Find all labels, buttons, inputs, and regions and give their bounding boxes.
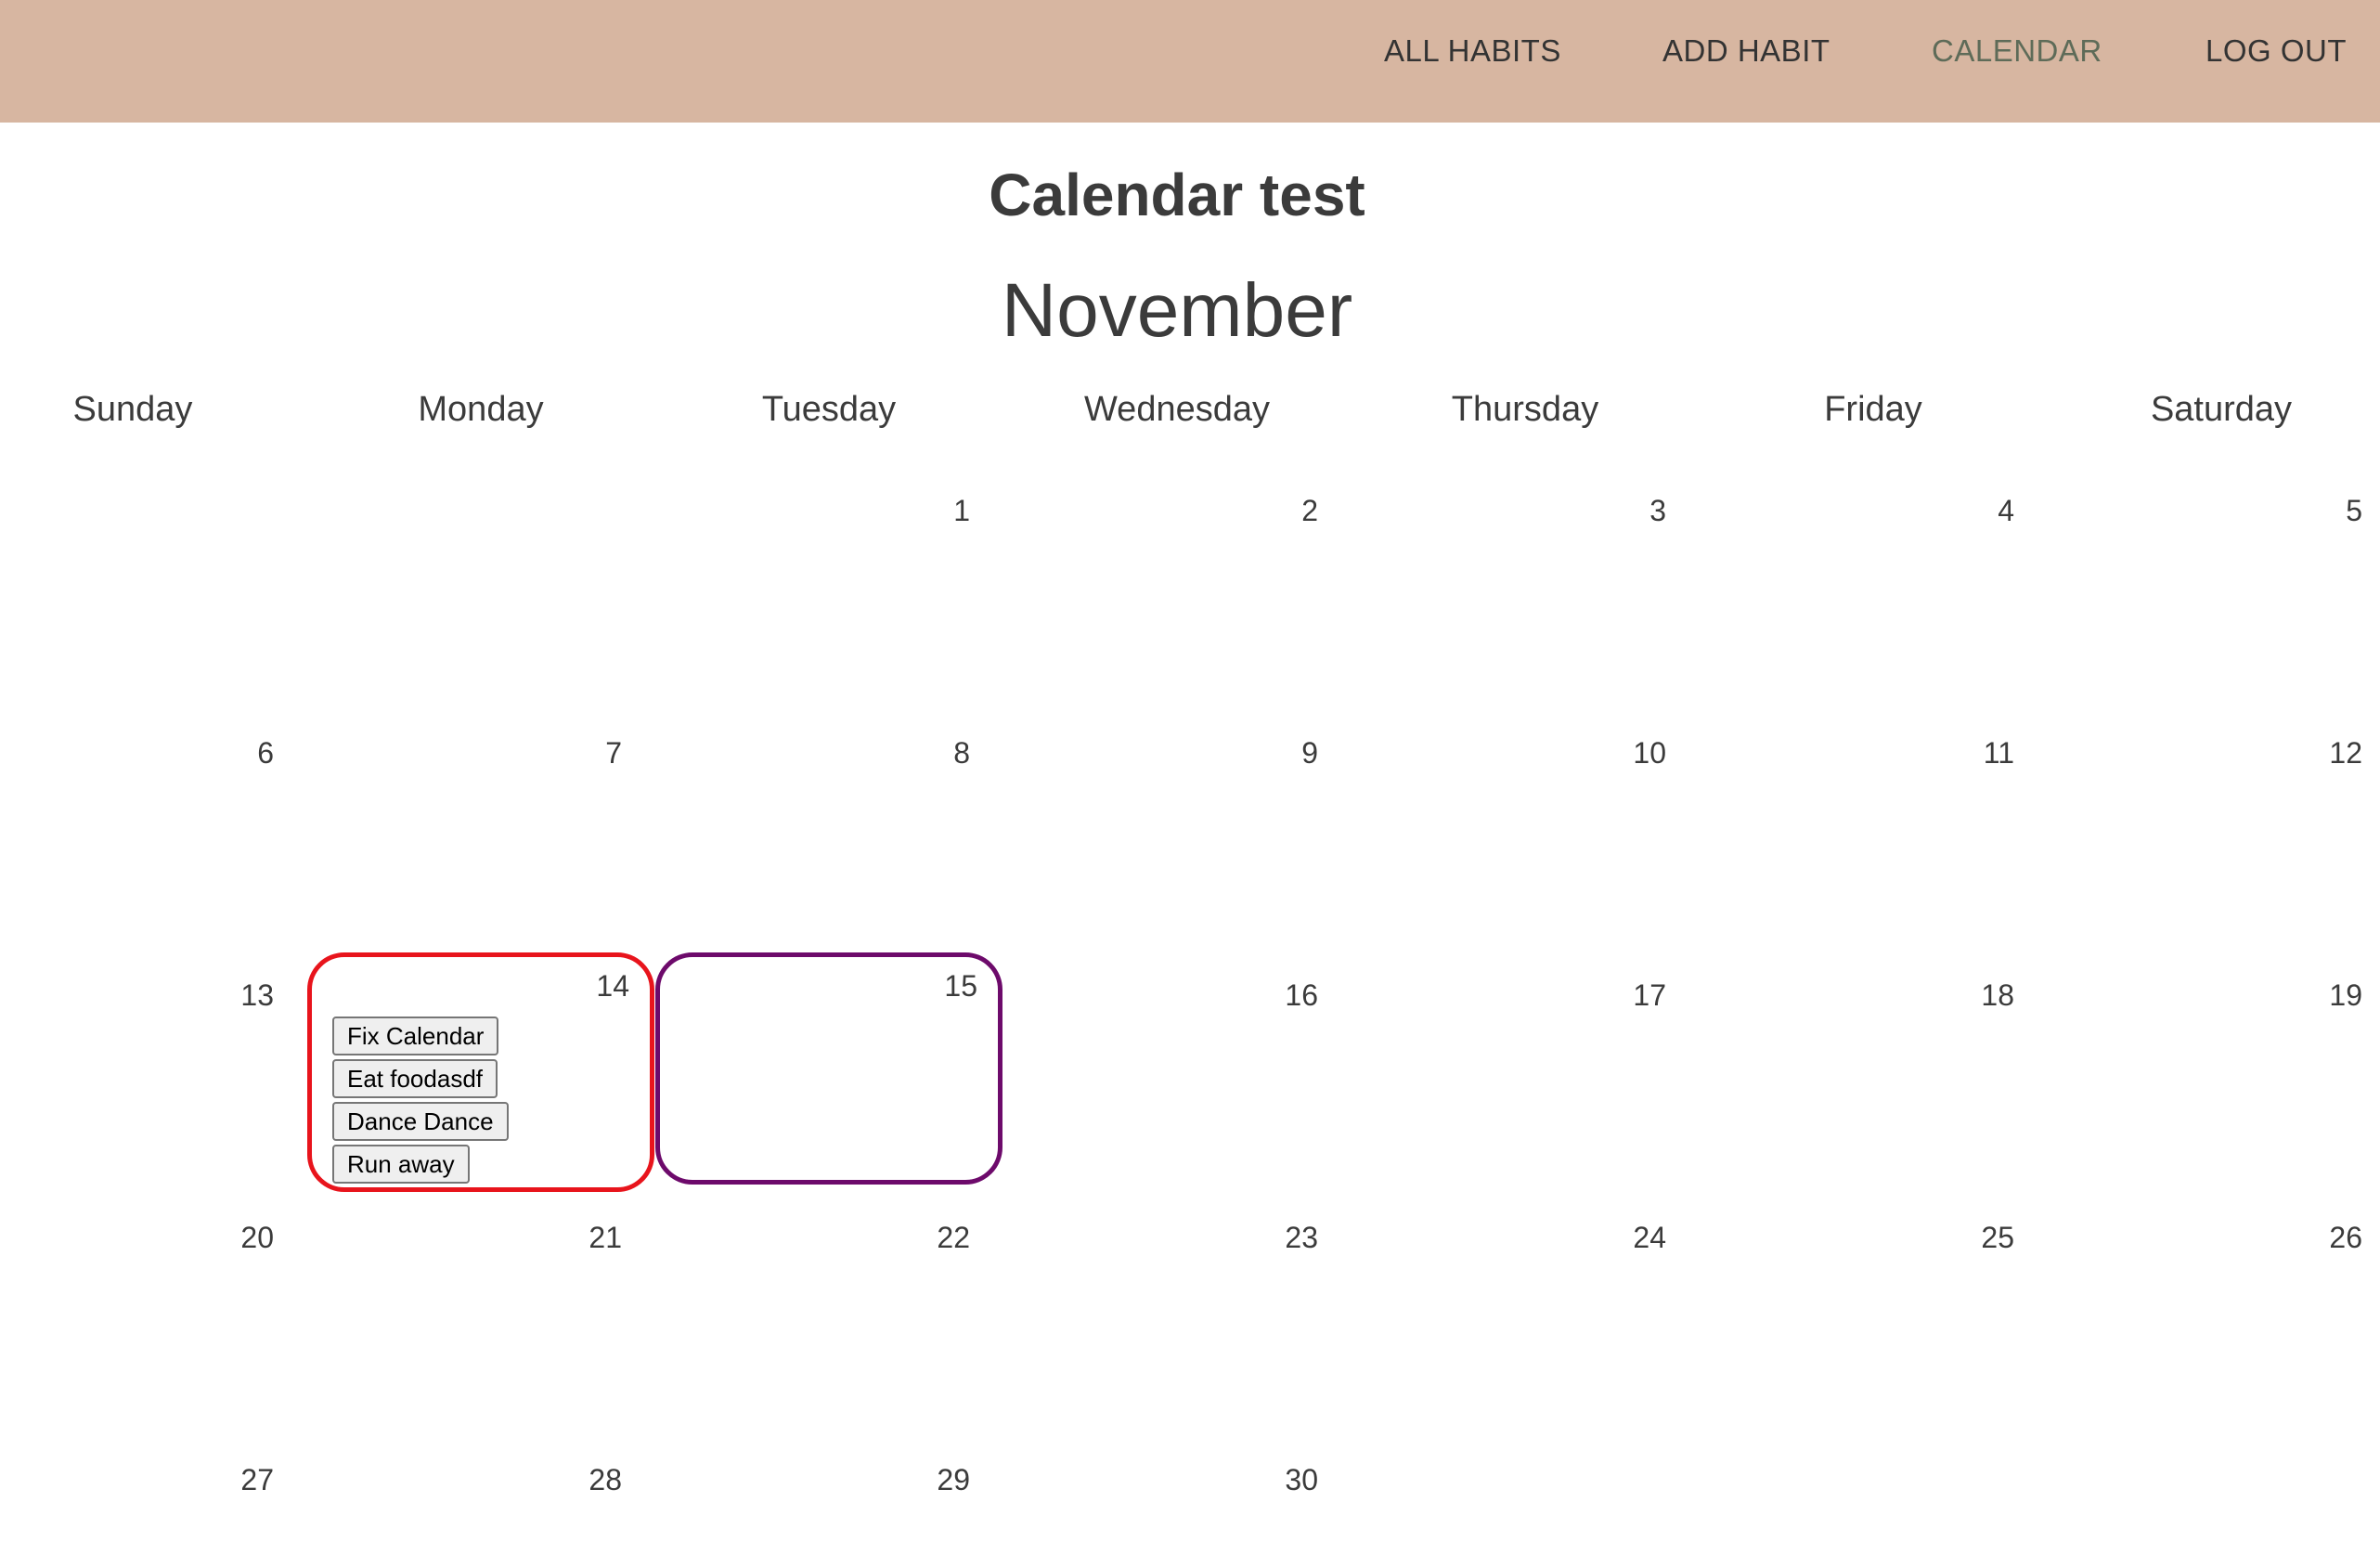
day-cell-12[interactable]: 12	[2029, 725, 2374, 962]
day-cell-19[interactable]: 19	[2029, 967, 2374, 1204]
day-cell-25[interactable]: 25	[1681, 1210, 2025, 1446]
day-cell-21[interactable]: 21	[289, 1210, 633, 1446]
day-cell-20[interactable]: 20	[0, 1210, 285, 1446]
day-cell-4[interactable]: 4	[1681, 483, 2025, 719]
day-cell-7[interactable]: 7	[289, 725, 633, 962]
day-number: 17	[1633, 978, 1666, 1012]
day-number: 19	[2329, 978, 2362, 1012]
day-cell-22[interactable]: 22	[637, 1210, 981, 1446]
weekday-sunday: Sunday	[72, 390, 193, 429]
day-cell-23[interactable]: 23	[985, 1210, 1329, 1446]
weekday-friday: Friday	[1824, 390, 1922, 429]
day-number: 8	[953, 736, 970, 770]
day-number: 27	[240, 1463, 274, 1496]
day-number: 11	[1983, 736, 2014, 770]
habit-eat-foodasdf-button[interactable]: Eat foodasdf	[332, 1059, 498, 1098]
day-cell-24[interactable]: 24	[1333, 1210, 1677, 1446]
day-cell-9[interactable]: 9	[985, 725, 1329, 962]
day-number: 12	[2329, 736, 2362, 770]
day-number: 1	[953, 494, 970, 527]
weekday-wednesday: Wednesday	[1084, 390, 1270, 429]
habit-run-away-button[interactable]: Run away	[332, 1145, 470, 1184]
habit-dance-dance-button[interactable]: Dance Dance	[332, 1102, 509, 1141]
day-number: 18	[1981, 978, 2014, 1012]
month-title: November	[1001, 268, 1353, 353]
day-number: 30	[1285, 1463, 1318, 1496]
day-number: 21	[589, 1221, 622, 1254]
day-cell-16[interactable]: 16	[985, 967, 1329, 1204]
day-number: 23	[1285, 1221, 1318, 1254]
day-number: 22	[937, 1221, 970, 1254]
day-cell-28[interactable]: 28	[289, 1452, 633, 1541]
day-cell-30[interactable]: 30	[985, 1452, 1329, 1541]
nav-add-habit-link[interactable]: ADD HABIT	[1662, 0, 1830, 102]
day-cell-13[interactable]: 13	[0, 967, 285, 1204]
day-number: 10	[1633, 736, 1666, 770]
day-cell-10[interactable]: 10	[1333, 725, 1677, 962]
day-cell-29[interactable]: 29	[637, 1452, 981, 1541]
top-nav-bar: ALL HABITS ADD HABIT CALENDAR LOG OUT	[0, 0, 2380, 123]
day-number: 4	[1998, 494, 2014, 527]
day-cell-11[interactable]: 11	[1681, 725, 2025, 962]
day-cell-5[interactable]: 5	[2029, 483, 2374, 719]
day-number: 28	[589, 1463, 622, 1496]
day-number: 20	[240, 1221, 274, 1254]
day-cell-3[interactable]: 3	[1333, 483, 1677, 719]
day-number: 9	[1301, 736, 1318, 770]
day-cell-1[interactable]: 1	[637, 483, 981, 719]
day-number: 6	[257, 736, 274, 770]
day-number: 29	[937, 1463, 970, 1496]
habit-list: Fix Calendar Eat foodasdf Dance Dance Ru…	[332, 1017, 509, 1184]
day-number: 15	[944, 969, 977, 1003]
day-number: 25	[1981, 1221, 2014, 1254]
day-cell-2[interactable]: 2	[985, 483, 1329, 719]
nav-calendar-link[interactable]: CALENDAR	[1932, 0, 2102, 102]
day-cell-27[interactable]: 27	[0, 1452, 285, 1541]
day-cell-18[interactable]: 18	[1681, 967, 2025, 1204]
day-number: 24	[1633, 1221, 1666, 1254]
page-title: Calendar test	[989, 162, 1365, 228]
weekday-tuesday: Tuesday	[761, 390, 897, 429]
day-cell-17[interactable]: 17	[1333, 967, 1677, 1204]
day-cell-6[interactable]: 6	[0, 725, 285, 962]
weekday-thursday: Thursday	[1451, 390, 1599, 429]
day-cell-15[interactable]: 15	[655, 952, 1002, 1185]
day-number: 7	[605, 736, 622, 770]
day-number: 13	[240, 978, 274, 1012]
day-cell-14[interactable]: 14 Fix Calendar Eat foodasdf Dance Dance…	[307, 952, 654, 1192]
day-number: 5	[2346, 494, 2362, 527]
nav-all-habits-link[interactable]: ALL HABITS	[1384, 0, 1561, 102]
weekday-monday: Monday	[418, 390, 544, 429]
day-number: 26	[2329, 1221, 2362, 1254]
day-number: 14	[596, 969, 629, 1003]
day-number: 2	[1301, 494, 1318, 527]
weekday-saturday: Saturday	[2150, 390, 2293, 429]
day-number: 3	[1649, 494, 1666, 527]
nav-log-out-link[interactable]: LOG OUT	[2205, 0, 2347, 102]
day-number: 16	[1285, 978, 1318, 1012]
day-cell-8[interactable]: 8	[637, 725, 981, 962]
habit-fix-calendar-button[interactable]: Fix Calendar	[332, 1017, 499, 1055]
day-cell-26[interactable]: 26	[2029, 1210, 2374, 1446]
